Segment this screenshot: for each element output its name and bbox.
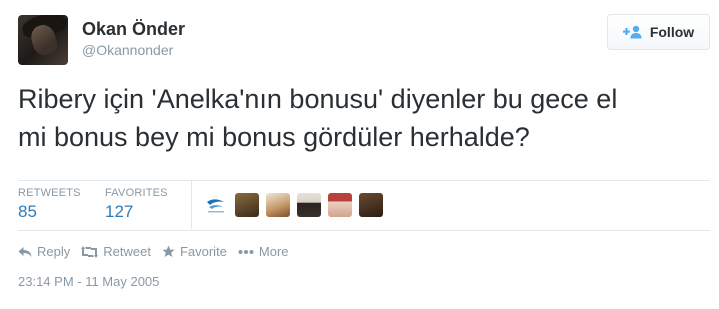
tweet-text-line-1: Ribery için 'Anelka'nın bonusu' diyenler… xyxy=(18,84,618,114)
retweet-action[interactable]: Retweet xyxy=(81,244,151,259)
reply-label: Reply xyxy=(37,244,71,259)
author-handle[interactable]: @Okannonder xyxy=(82,42,173,58)
tweet-text-line-2: mi bonus bey mi bonus gördüler herhalde? xyxy=(18,122,530,152)
retweet-label: Retweet xyxy=(103,244,151,259)
favoriter-avatar-4[interactable] xyxy=(297,193,321,217)
favorites-label: FAVORITES xyxy=(105,187,168,199)
more-action[interactable]: More xyxy=(238,244,289,259)
stats-top-divider xyxy=(18,180,710,181)
author-avatar[interactable] xyxy=(18,15,68,65)
retweet-icon xyxy=(81,245,99,258)
tweet-timestamp[interactable]: 23:14 PM - 11 May 2005 xyxy=(18,274,159,289)
follow-user-plus-icon xyxy=(622,25,643,39)
tweet-text: Ribery için 'Anelka'nın bonusu' diyenler… xyxy=(18,80,708,156)
reply-action[interactable]: Reply xyxy=(18,244,70,259)
favorites-stat[interactable]: FAVORITES 127 xyxy=(105,187,168,222)
retweets-count[interactable]: 85 xyxy=(18,202,81,222)
author-name[interactable]: Okan Önder xyxy=(82,19,185,40)
stats-separator xyxy=(191,181,192,229)
favoriter-avatar-logo[interactable] xyxy=(204,193,228,217)
retweets-stat[interactable]: RETWEETS 85 xyxy=(18,187,81,222)
favoriter-avatar-5[interactable] xyxy=(328,193,352,217)
more-dots-icon xyxy=(238,249,254,254)
favorites-count[interactable]: 127 xyxy=(105,202,168,222)
favoriter-avatar-6[interactable] xyxy=(359,193,383,217)
tweet-actions: Reply Retweet Favorite More xyxy=(18,244,300,259)
more-label: More xyxy=(258,244,289,259)
retweets-label: RETWEETS xyxy=(18,187,81,199)
favoriter-avatar-2[interactable] xyxy=(235,193,259,217)
follow-button-label: Follow xyxy=(649,24,695,40)
follow-button[interactable]: Follow xyxy=(607,14,710,50)
favorite-label: Favorite xyxy=(179,244,227,259)
stats-bottom-divider xyxy=(18,230,710,231)
reply-icon xyxy=(18,246,32,257)
favorite-action[interactable]: Favorite xyxy=(162,244,227,259)
favorite-star-icon xyxy=(162,245,175,257)
favoriter-avatar-3[interactable] xyxy=(266,193,290,217)
